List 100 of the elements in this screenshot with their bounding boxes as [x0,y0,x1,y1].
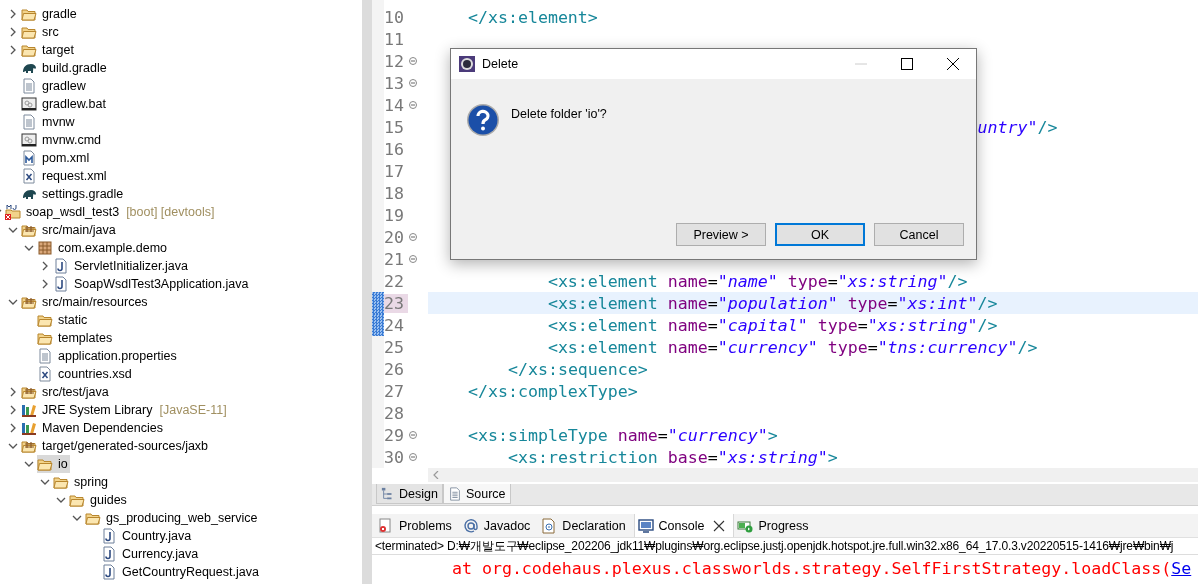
tree-item[interactable]: gradlew [21,77,88,95]
tree-item[interactable]: application.properties [37,347,179,365]
document-icon [447,486,462,501]
folder-icon [53,474,69,490]
tree-item[interactable]: soap_wsdl_test3 [5,203,122,221]
tree-item[interactable]: request.xml [21,167,109,185]
tree-item[interactable]: static [37,311,90,329]
view-tab[interactable]: Progress [734,514,817,537]
view-tab[interactable]: Javadoc [459,514,539,537]
line-number: 10 [384,7,405,27]
line-number: 13 [384,73,405,93]
tree-item[interactable]: GetCountryRequest.java [101,563,261,581]
line-number: 27 [384,381,405,401]
tree-item[interactable]: gs_producing_web_service [85,509,260,527]
library-icon [21,420,37,436]
code-line: <xs:restriction base="xs:string"> [507,447,838,467]
collapse-icon[interactable] [409,233,417,241]
line-number: 18 [384,183,405,203]
tree-item[interactable]: spring [53,473,111,491]
close-icon[interactable] [713,519,726,532]
tree-item[interactable]: templates [37,329,115,347]
declaration-icon [541,517,558,534]
question-icon [466,103,500,137]
collapse-icon[interactable] [409,79,417,87]
text-file-icon [21,78,37,94]
tree-item[interactable]: guides [69,491,129,509]
view-tab[interactable]: Declaration [538,514,634,537]
tree-item[interactable]: gradlew.bat [21,95,108,113]
collapse-icon[interactable] [409,101,417,109]
editor-tab[interactable]: Source [442,484,511,504]
tree-item[interactable]: mvnw [21,113,77,131]
tree-item[interactable]: target/generated-sources/jaxb [21,437,211,455]
dialog-button[interactable]: OK [775,223,865,246]
dialog-button[interactable]: Cancel [874,223,964,246]
tree-item[interactable]: src/main/java [21,221,118,239]
line-number: 19 [384,205,405,225]
editor-tab[interactable]: Design [376,484,443,504]
tree-item[interactable]: pom.xml [21,149,92,167]
folder-icon [69,492,85,508]
tree-item[interactable]: ServletInitializer.java [53,257,190,275]
dialog-button[interactable]: Preview > [676,223,766,246]
tree-item[interactable]: SoapWsdlTest3Application.java [53,275,251,293]
tree-item[interactable]: JRE System Library [21,401,155,419]
text-file-icon [37,348,53,364]
tree-layout-icon [381,486,395,501]
java-file-icon [101,546,117,562]
code-line: <xs:element name="name" type="xs:string"/> [547,271,968,291]
source-link[interactable]: Se [1171,559,1192,578]
collapse-icon[interactable] [409,57,417,65]
line-number: 24 [384,315,405,335]
view-tab[interactable]: Problems [375,514,460,537]
tree-item[interactable]: target [21,41,76,59]
vertical-scrollbar[interactable] [362,0,372,584]
line-number: 29 [384,425,405,445]
app-icon [459,56,475,72]
console-line: at org.codehaus.plexus.classworlds.strategy.SelfFirstStrategy.loadClass(Se [451,559,1192,580]
line-number: 28 [384,403,405,423]
horizontal-scrollbar[interactable] [428,468,1198,482]
tree-item[interactable]: Country.java [101,527,194,545]
code-line: </xs:sequence> [507,359,648,379]
dialog-message: Delete folder 'io'? [511,107,607,123]
collapse-icon[interactable] [409,255,417,263]
line-number: 20 [384,227,405,247]
tree-item[interactable]: settings.gradle [21,185,126,203]
library-icon [21,402,37,418]
tree-item[interactable]: mvnw.cmd [21,131,104,149]
code-line: <xs:element name="currency" type="tns:currency"/> [547,337,1038,357]
source-folder-icon [21,438,37,454]
script-file-icon [21,96,37,112]
tree-item[interactable]: gradle [21,5,79,23]
line-number: 15 [384,117,405,137]
tree-item[interactable]: src/main/resources [21,293,150,311]
folder-icon [21,42,37,58]
xml-file-icon [21,168,37,184]
tree-item[interactable]: src/test/java [21,383,111,401]
folder-icon [37,312,53,328]
package-icon [37,240,53,256]
tree-item[interactable]: io [37,455,70,473]
tree-item[interactable]: com.example.demo [37,239,170,257]
tree-item[interactable]: countries.xsd [37,365,134,383]
tree-item[interactable]: Maven Dependencies [21,419,165,437]
line-number: 25 [384,337,405,357]
script-file-icon [21,132,37,148]
source-folder-icon [21,384,37,400]
tree-item[interactable]: src [21,23,61,41]
collapse-icon[interactable] [409,453,417,461]
collapse-icon[interactable] [409,431,417,439]
code-line: </xs:element> [467,7,598,27]
close-icon[interactable] [947,58,959,70]
view-tab[interactable]: Console [633,514,735,537]
console-header: <terminated> D:₩개발도구₩eclipse_202206_jdk11₩plugins₩org.eclipse.justj.openjdk.hotspot.jre.full.win32.x86_64_17.0.3.v20220515-1416₩jre₩bin₩j [374,538,1175,554]
maximize-icon[interactable] [901,58,913,70]
line-number: 23 [384,293,408,313]
xml-file-icon [37,366,53,382]
tree-item[interactable]: build.gradle [21,59,109,77]
line-number: 17 [384,161,405,181]
line-number: 30 [384,447,405,467]
tree-item[interactable]: Currency.java [101,545,201,563]
folder-icon [37,456,53,472]
decoration-label: [JavaSE-11] [159,403,227,417]
